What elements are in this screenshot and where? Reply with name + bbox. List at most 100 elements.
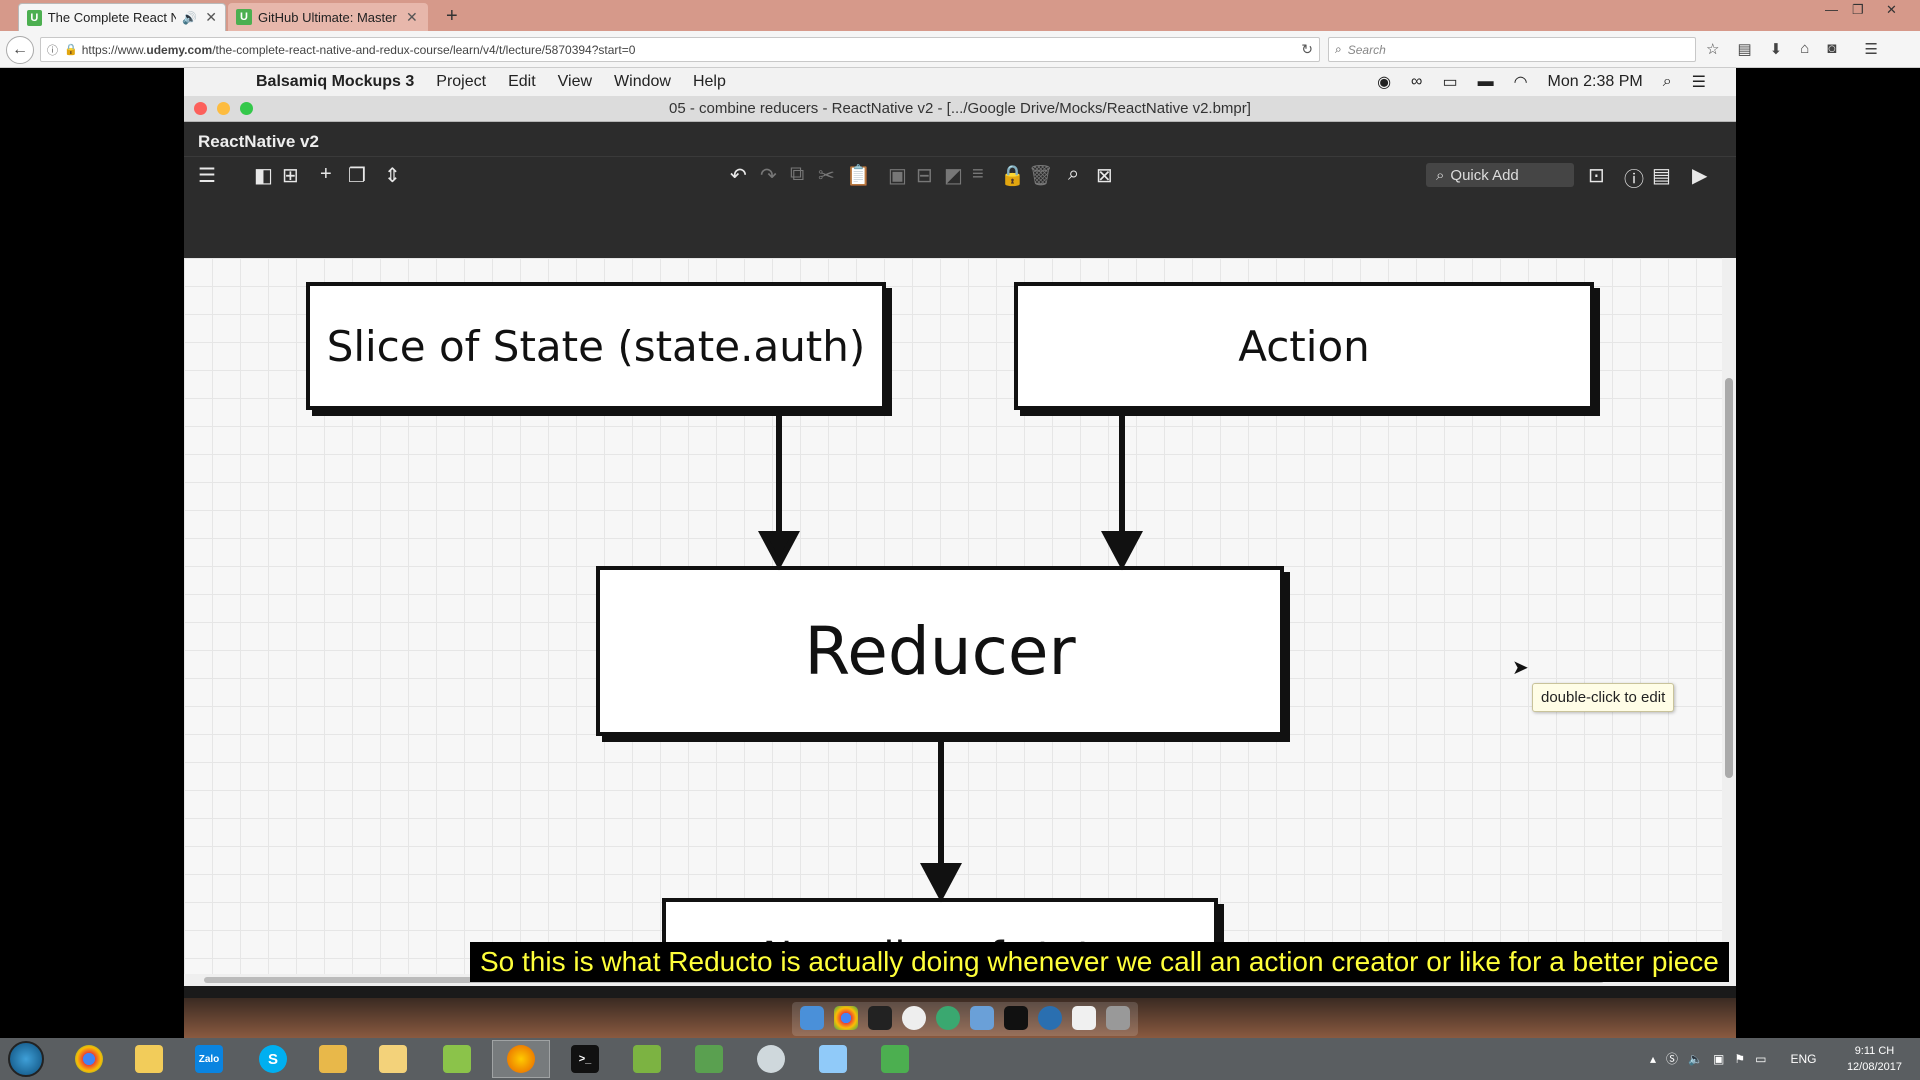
- taskbar-folders[interactable]: [120, 1040, 178, 1078]
- back-button[interactable]: ←: [6, 36, 34, 64]
- network-icon[interactable]: ▭: [1755, 1052, 1766, 1066]
- minimize-icon[interactable]: —: [1825, 2, 1838, 17]
- notification-list-icon[interactable]: ☰: [1692, 72, 1706, 92]
- presentation-icon[interactable]: ▶: [1692, 163, 1707, 188]
- flag-icon[interactable]: ⚑: [1734, 1052, 1745, 1066]
- taskbar-chrome[interactable]: [60, 1040, 118, 1078]
- preview-icon[interactable]: [970, 1006, 994, 1030]
- start-button-icon[interactable]: [8, 1041, 44, 1077]
- grid-view-icon[interactable]: ⊞: [282, 163, 299, 188]
- taskbar-zalo[interactable]: Zalo: [180, 1040, 238, 1078]
- bookmark-star-icon[interactable]: ☆: [1706, 40, 1719, 58]
- taskbar-paint[interactable]: [742, 1040, 800, 1078]
- properties-icon[interactable]: ▤: [1652, 163, 1671, 188]
- menubar-clock[interactable]: Mon 2:38 PM: [1548, 73, 1643, 91]
- wifi-icon[interactable]: ◠: [1514, 72, 1528, 92]
- clear-icon[interactable]: ⊠: [1096, 163, 1113, 188]
- mockup-canvas[interactable]: Slice of State (state.auth) Action Reduc…: [184, 258, 1736, 986]
- quick-add-input[interactable]: ⌕ Quick Add: [1426, 163, 1574, 187]
- url-path: /the-complete-react-native-and-redux-cou…: [212, 42, 636, 57]
- duplicate-icon[interactable]: ❐: [348, 163, 366, 188]
- ungroup-icon[interactable]: ⊟: [916, 163, 933, 188]
- video-player[interactable]: Balsamiq Mockups 3 Project Edit View Win…: [0, 68, 1920, 1038]
- trash-icon[interactable]: 🗑: [1028, 163, 1053, 188]
- taskbar-firefox[interactable]: [492, 1040, 550, 1078]
- taskbar-android-studio[interactable]: [680, 1040, 738, 1078]
- skype-tray-icon[interactable]: Ⓢ: [1666, 1050, 1678, 1067]
- align-icon[interactable]: ≡: [972, 163, 984, 186]
- tray-app-icon[interactable]: ▣: [1713, 1052, 1724, 1066]
- trash-icon[interactable]: [1106, 1006, 1130, 1030]
- document-icon[interactable]: [1072, 1006, 1096, 1030]
- safari-icon[interactable]: [1038, 1006, 1062, 1030]
- paste-icon[interactable]: 📋: [846, 163, 871, 188]
- chart-app-icon: [443, 1045, 471, 1073]
- taskbar-chart-app[interactable]: [428, 1040, 486, 1078]
- info-icon[interactable]: ⓘ: [1624, 163, 1644, 192]
- spotlight-icon[interactable]: ⌕: [1663, 73, 1672, 91]
- new-tab-button[interactable]: +: [446, 5, 458, 28]
- terminal-icon[interactable]: [1004, 1006, 1028, 1030]
- menu-app-name[interactable]: Balsamiq Mockups 3: [256, 73, 414, 91]
- tab-complete-react[interactable]: U The Complete React Nat 🔊 ✕: [18, 3, 226, 31]
- vertical-scrollbar[interactable]: [1722, 258, 1736, 986]
- screen-icon: [819, 1045, 847, 1073]
- language-indicator[interactable]: ENG: [1790, 1052, 1816, 1066]
- cut-icon[interactable]: ✂: [818, 163, 835, 188]
- undo-icon[interactable]: ↶: [730, 163, 747, 188]
- url-bar[interactable]: ⓘ 🔒 https://www.udemy.com/the-complete-r…: [40, 37, 1320, 62]
- taskbar-explorer[interactable]: [364, 1040, 422, 1078]
- group-icon[interactable]: ▣: [888, 163, 907, 188]
- glasses-icon[interactable]: ∞: [1411, 73, 1422, 91]
- window-title: 05 - combine reducers - ReactNative v2 -…: [669, 100, 1251, 117]
- info-icon[interactable]: ⓘ: [47, 42, 58, 58]
- activity-monitor-icon[interactable]: [868, 1006, 892, 1030]
- copy-icon[interactable]: ⧉: [790, 163, 804, 186]
- search-input[interactable]: ⌕ Search: [1328, 37, 1696, 62]
- speaker-icon[interactable]: 🔊: [182, 11, 197, 25]
- reading-list-icon[interactable]: ▤: [1737, 40, 1751, 58]
- taskbar-device[interactable]: [618, 1040, 676, 1078]
- download-icon[interactable]: ⬇: [1770, 40, 1783, 58]
- close-tab-icon[interactable]: ✕: [205, 9, 217, 26]
- taskbar-files[interactable]: [304, 1040, 362, 1078]
- taskbar-home-app[interactable]: [866, 1040, 924, 1078]
- volume-icon[interactable]: 🔈: [1688, 1052, 1703, 1066]
- ui-library-icon[interactable]: ⊡: [1588, 163, 1605, 188]
- menu-icon[interactable]: ☰: [1864, 40, 1877, 58]
- reload-icon[interactable]: ↻: [1301, 41, 1313, 58]
- menu-view[interactable]: View: [558, 73, 592, 91]
- scroll-thumb[interactable]: [1725, 378, 1733, 778]
- find-icon[interactable]: ⌕: [1068, 163, 1079, 186]
- close-window-icon[interactable]: ✕: [1886, 2, 1897, 18]
- battery-icon[interactable]: ▬: [1478, 73, 1494, 91]
- record-icon[interactable]: ◉: [1377, 72, 1391, 92]
- hamburger-menu-icon[interactable]: ☰: [198, 163, 216, 188]
- menu-window[interactable]: Window: [614, 73, 671, 91]
- restore-icon[interactable]: ❐: [1852, 2, 1864, 18]
- home-icon[interactable]: ⌂: [1800, 40, 1809, 58]
- menu-help[interactable]: Help: [693, 73, 726, 91]
- taskbar-terminal[interactable]: >_: [556, 1040, 614, 1078]
- tab-github-ultimate[interactable]: U GitHub Ultimate: Master Git ✕: [228, 3, 428, 31]
- chrome-icon[interactable]: [834, 1006, 858, 1030]
- finder-icon[interactable]: [800, 1006, 824, 1030]
- taskbar-clock[interactable]: 9:11 CH 12/08/2017: [1847, 1043, 1902, 1075]
- airplay-icon[interactable]: ▭: [1442, 72, 1457, 92]
- panel-toggle-icon[interactable]: ◧: [254, 163, 273, 188]
- redo-icon[interactable]: ↷: [760, 163, 777, 188]
- menu-edit[interactable]: Edit: [508, 73, 536, 91]
- lock-item-icon[interactable]: 🔒: [1000, 163, 1025, 188]
- bring-front-icon[interactable]: ◩: [944, 163, 963, 188]
- menu-project[interactable]: Project: [436, 73, 486, 91]
- taskbar-screen[interactable]: [804, 1040, 862, 1078]
- taskbar-skype[interactable]: S: [244, 1040, 302, 1078]
- close-tab-icon[interactable]: ✕: [406, 9, 418, 26]
- pocket-icon[interactable]: ◙: [1827, 40, 1836, 58]
- sort-icon[interactable]: ⇕: [384, 163, 401, 188]
- tray-expand-icon[interactable]: ▴: [1650, 1052, 1656, 1066]
- explorer-icon: [379, 1045, 407, 1073]
- add-icon[interactable]: +: [320, 163, 332, 186]
- smiley-app-icon[interactable]: [902, 1006, 926, 1030]
- app-store-icon[interactable]: [936, 1006, 960, 1030]
